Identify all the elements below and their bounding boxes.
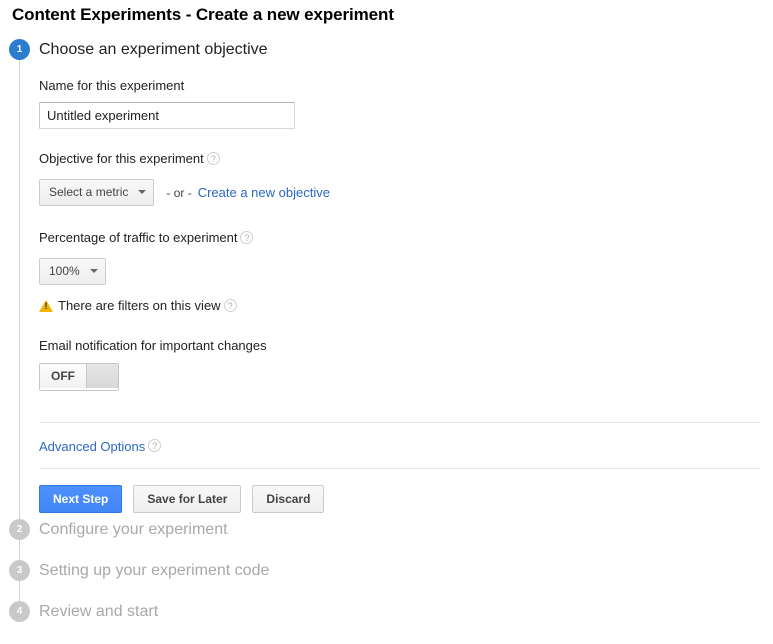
traffic-field-label-text: Percentage of traffic to experiment — [39, 230, 238, 245]
email-notification-toggle-handle[interactable] — [86, 364, 118, 388]
step-label-1: Choose an experiment objective — [39, 41, 268, 58]
traffic-percentage-dropdown[interactable]: 100% — [39, 258, 106, 285]
objective-field-label: Objective for this experiment? — [39, 151, 764, 167]
step-badge-3: 3 — [9, 560, 30, 581]
step-label-2: Configure your experiment — [39, 521, 228, 538]
help-icon-advanced-options[interactable]: ? — [148, 439, 162, 452]
step-badge-4: 4 — [9, 601, 30, 622]
chevron-down-icon — [138, 190, 147, 194]
form-actions: Next Step Save for Later Discard — [39, 485, 764, 514]
traffic-field-label: Percentage of traffic to experiment? — [39, 230, 764, 246]
step-badge-1: 1 — [9, 39, 30, 60]
objective-metric-dropdown[interactable]: Select a metric — [39, 179, 155, 206]
help-icon-objective[interactable]: ? — [206, 152, 220, 165]
create-experiment-page: Content Experiments - Create a new exper… — [0, 0, 773, 644]
traffic-controls-row: 100% — [39, 258, 764, 285]
filters-warning-text: There are filters on this view — [58, 298, 221, 313]
email-notification-toggle-state: OFF — [40, 364, 86, 388]
email-notification-toggle[interactable]: OFF — [39, 363, 119, 391]
objective-metric-dropdown-label: Select a metric — [49, 185, 129, 199]
objective-controls-row: Select a metric - or - Create a new object… — [39, 179, 764, 206]
divider-above-advanced-options — [39, 422, 761, 423]
step-badge-2: 2 — [9, 519, 30, 540]
advanced-options-row: Advanced Options? — [39, 438, 764, 454]
experiment-objective-form: Name for this experiment Objective for t… — [39, 78, 764, 514]
discard-button[interactable]: Discard — [252, 485, 325, 514]
chevron-down-icon — [89, 269, 98, 273]
name-field-label: Name for this experiment — [39, 78, 185, 93]
page-title: Content Experiments - Create a new exper… — [12, 5, 394, 24]
or-separator: - or - — [166, 185, 192, 200]
warning-triangle-icon — [39, 300, 53, 312]
divider-above-actions — [39, 468, 761, 470]
next-step-button[interactable]: Next Step — [39, 485, 123, 514]
experiment-name-input[interactable] — [39, 102, 295, 129]
advanced-options-link[interactable]: Advanced Options — [39, 439, 145, 454]
create-new-objective-link[interactable]: Create a new objective — [198, 185, 330, 200]
traffic-percentage-dropdown-label: 100% — [49, 264, 80, 278]
help-icon-traffic[interactable]: ? — [240, 231, 254, 244]
filters-warning-row: There are filters on this view? — [39, 298, 764, 314]
step-label-3: Setting up your experiment code — [39, 562, 270, 579]
step-label-4: Review and start — [39, 603, 159, 620]
email-field-label: Email notification for important changes — [39, 338, 267, 353]
help-icon-filters[interactable]: ? — [223, 299, 237, 312]
objective-field-label-text: Objective for this experiment — [39, 151, 204, 166]
save-for-later-button[interactable]: Save for Later — [133, 485, 242, 514]
